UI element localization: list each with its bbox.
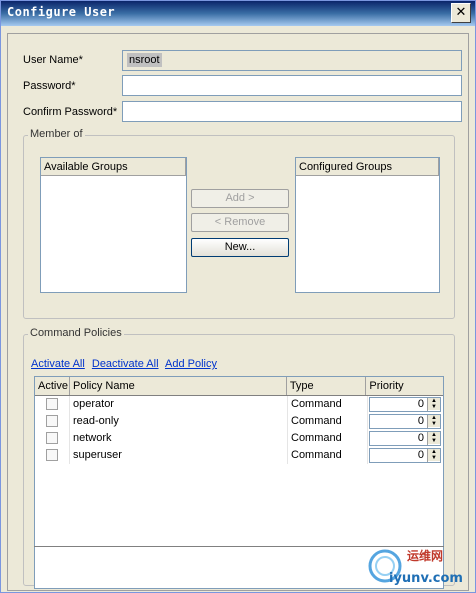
configured-groups-list[interactable]: Configured Groups: [295, 157, 440, 293]
username-field[interactable]: nsroot: [122, 50, 462, 71]
spinner-down-icon[interactable]: ▼: [428, 421, 440, 427]
window-title: Configure User: [7, 5, 116, 19]
close-button[interactable]: ✕: [451, 3, 471, 23]
policy-type-cell: Command: [288, 430, 368, 447]
configure-user-window: Configure User ✕ User Name* nsroot Passw…: [0, 0, 476, 593]
policy-name-cell: operator: [70, 396, 288, 413]
policy-links: Activate All Deactivate All Add Policy: [31, 358, 221, 370]
priority-value: 0: [417, 415, 424, 427]
password-label: Password*: [23, 80, 76, 92]
table-row[interactable]: network Command 0 ▲ ▼: [35, 430, 443, 447]
member-of-legend: Member of: [28, 128, 85, 140]
column-policy-name[interactable]: Policy Name: [70, 377, 287, 395]
active-checkbox[interactable]: [46, 449, 58, 461]
member-of-group: Member of Available Groups Add > < Remov…: [23, 128, 455, 319]
table-row[interactable]: operator Command 0 ▲ ▼: [35, 396, 443, 413]
priority-spinner[interactable]: 0 ▲ ▼: [369, 397, 441, 412]
policy-type-cell: Command: [288, 413, 368, 430]
column-type[interactable]: Type: [287, 377, 367, 395]
priority-value: 0: [417, 432, 424, 444]
watermark-domain: iyunv.com: [389, 571, 463, 586]
policy-type-cell: Command: [288, 447, 368, 464]
active-checkbox[interactable]: [46, 432, 58, 444]
new-group-button[interactable]: New...: [191, 238, 289, 257]
spinner-down-icon[interactable]: ▼: [428, 438, 440, 444]
deactivate-all-link[interactable]: Deactivate All: [92, 358, 159, 370]
policy-name-cell: network: [70, 430, 288, 447]
password-field[interactable]: [122, 75, 462, 96]
add-button[interactable]: Add >: [191, 189, 289, 208]
policies-table-header: Active Policy Name Type Priority: [35, 377, 443, 396]
watermark-cn: 运维网: [407, 548, 443, 563]
priority-value: 0: [417, 449, 424, 461]
configured-groups-header: Configured Groups: [296, 158, 439, 176]
active-checkbox[interactable]: [46, 398, 58, 410]
username-label: User Name*: [23, 54, 83, 66]
table-row[interactable]: superuser Command 0 ▲ ▼: [35, 447, 443, 464]
column-active[interactable]: Active: [35, 377, 70, 395]
username-value: nsroot: [127, 53, 162, 67]
spinner-down-icon[interactable]: ▼: [428, 455, 440, 461]
available-groups-header: Available Groups: [41, 158, 186, 176]
command-policies-legend: Command Policies: [28, 327, 124, 339]
remove-button[interactable]: < Remove: [191, 213, 289, 232]
priority-value: 0: [417, 398, 424, 410]
watermark-logo: 运维网 iyunv.com: [368, 548, 463, 586]
confirm-password-field[interactable]: [122, 101, 462, 122]
activate-all-link[interactable]: Activate All: [31, 358, 85, 370]
policy-name-cell: read-only: [70, 413, 288, 430]
spinner-down-icon[interactable]: ▼: [428, 404, 440, 410]
table-row[interactable]: read-only Command 0 ▲ ▼: [35, 413, 443, 430]
policy-type-cell: Command: [288, 396, 368, 413]
policy-name-cell: superuser: [70, 447, 288, 464]
priority-spinner[interactable]: 0 ▲ ▼: [369, 414, 441, 429]
column-priority[interactable]: Priority: [366, 377, 443, 395]
active-checkbox[interactable]: [46, 415, 58, 427]
add-policy-link[interactable]: Add Policy: [165, 358, 217, 370]
title-bar: Configure User ✕: [1, 1, 475, 26]
priority-spinner[interactable]: 0 ▲ ▼: [369, 448, 441, 463]
confirm-password-label: Confirm Password*: [23, 106, 118, 118]
available-groups-list[interactable]: Available Groups: [40, 157, 187, 293]
priority-spinner[interactable]: 0 ▲ ▼: [369, 431, 441, 446]
